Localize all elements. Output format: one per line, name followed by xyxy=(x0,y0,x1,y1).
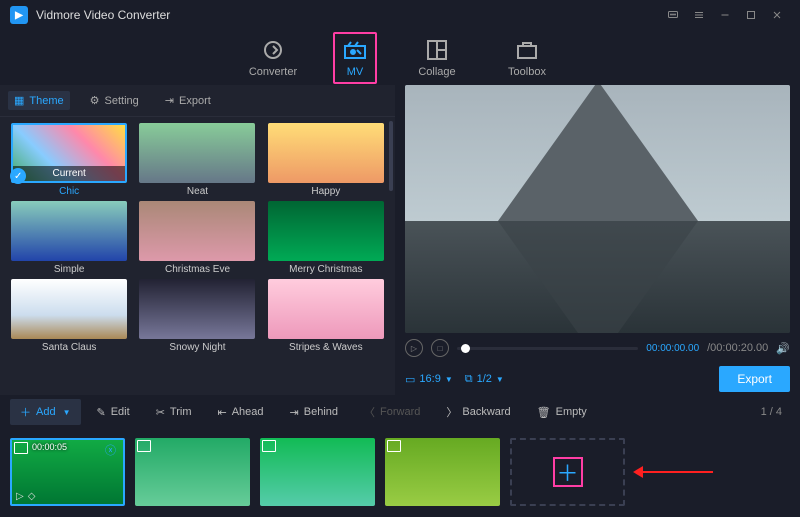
notifications-icon[interactable] xyxy=(660,2,686,28)
empty-button[interactable]: 🗑Empty xyxy=(527,401,597,424)
plus-icon: ＋ xyxy=(553,457,583,487)
volume-icon[interactable]: 🔊 xyxy=(776,342,790,355)
ahead-button[interactable]: ⇤Ahead xyxy=(208,401,274,424)
add-clip-slot[interactable]: ＋ xyxy=(510,438,625,506)
theme-neat[interactable]: Neat xyxy=(136,123,258,197)
info-clip-icon[interactable]: ◇ xyxy=(28,491,36,502)
titlebar: ▶ Vidmore Video Converter xyxy=(0,0,800,30)
remove-clip-icon[interactable]: ⓧ xyxy=(105,442,121,458)
annotation-arrow xyxy=(635,466,713,478)
crop-icon: ▭ xyxy=(405,373,415,386)
skip-end-icon: ⇥ xyxy=(290,406,299,419)
menu-icon[interactable] xyxy=(686,2,712,28)
maximize-button[interactable] xyxy=(738,2,764,28)
time-current: 00:00:00.00 xyxy=(646,343,699,354)
tab-toolbox[interactable]: Toolbox xyxy=(497,38,557,78)
video-icon xyxy=(262,440,276,452)
tab-collage[interactable]: Collage xyxy=(407,38,467,78)
time-total: /00:00:20.00 xyxy=(707,342,768,354)
trim-button[interactable]: ✂Trim xyxy=(146,401,202,424)
mv-icon xyxy=(343,38,367,62)
backward-button[interactable]: 〉Backward xyxy=(436,399,520,425)
skip-start-icon: ⇤ xyxy=(218,406,227,419)
page-select[interactable]: ⧉1/2▼ xyxy=(465,373,504,386)
tab-label: Toolbox xyxy=(508,66,546,78)
tab-label: Converter xyxy=(249,66,297,78)
collage-icon xyxy=(425,38,449,62)
left-panel: ▦Theme ⚙Setting ⇥Export Current✓ Chic Ne… xyxy=(0,85,395,395)
aspect-ratio-select[interactable]: ▭16:9▼ xyxy=(405,373,453,386)
preview-controls: ▷ □ 00:00:00.00/00:00:20.00 🔊 xyxy=(405,333,790,363)
ratio-bar: ▭16:9▼ ⧉1/2▼ Export xyxy=(405,363,790,395)
chevron-right-icon: 〉 xyxy=(446,404,457,420)
theme-happy[interactable]: Happy xyxy=(265,123,387,197)
subtab-theme[interactable]: ▦Theme xyxy=(8,91,70,110)
video-icon xyxy=(137,440,151,452)
clip-3[interactable] xyxy=(260,438,375,506)
video-icon xyxy=(14,442,28,454)
plus-icon: ＋ xyxy=(20,404,31,420)
tab-label: Collage xyxy=(418,66,455,78)
play-clip-icon[interactable]: ▷ xyxy=(16,491,24,502)
forward-button[interactable]: 〈Forward xyxy=(354,399,430,425)
trash-icon: 🗑 xyxy=(537,406,551,419)
play-button[interactable]: ▷ xyxy=(405,339,423,357)
edit-button[interactable]: ✎Edit xyxy=(87,401,140,424)
clip-counter: 1 / 4 xyxy=(761,406,790,418)
close-button[interactable] xyxy=(764,2,790,28)
tab-mv[interactable]: MV xyxy=(333,32,377,84)
theme-simple[interactable]: Simple xyxy=(8,201,130,275)
theme-snowy-night[interactable]: Snowy Night xyxy=(136,279,258,353)
theme-santa-claus[interactable]: Santa Claus xyxy=(8,279,130,353)
add-button[interactable]: ＋Add▼ xyxy=(10,399,81,425)
progress-bar[interactable] xyxy=(457,347,638,350)
right-panel: ▷ □ 00:00:00.00/00:00:20.00 🔊 ▭16:9▼ ⧉1/… xyxy=(395,85,800,395)
clip-toolbar: ＋Add▼ ✎Edit ✂Trim ⇤Ahead ⇥Behind 〈Forwar… xyxy=(0,395,800,429)
theme-merry-christmas[interactable]: Merry Christmas xyxy=(265,201,387,275)
video-icon xyxy=(387,440,401,452)
clip-duration: 00:00:05 xyxy=(32,442,67,452)
export-button[interactable]: Export xyxy=(719,366,790,392)
clip-4[interactable] xyxy=(385,438,500,506)
tab-label: MV xyxy=(347,66,364,78)
clip-2[interactable] xyxy=(135,438,250,506)
tab-converter[interactable]: Converter xyxy=(243,38,303,78)
subtab-export[interactable]: ⇥Export xyxy=(159,91,217,110)
app-title: Vidmore Video Converter xyxy=(36,8,170,22)
grid-icon: ▦ xyxy=(14,94,24,107)
preview-area[interactable] xyxy=(405,85,790,333)
chevron-left-icon: 〈 xyxy=(364,404,375,420)
current-badge: Current xyxy=(13,166,125,181)
behind-button[interactable]: ⇥Behind xyxy=(280,401,348,424)
scrollbar[interactable] xyxy=(389,121,393,191)
clip-1[interactable]: 00:00:05 ⓧ ▷ ◇ xyxy=(10,438,125,506)
theme-stripes-waves[interactable]: Stripes & Waves xyxy=(265,279,387,353)
app-logo-icon: ▶ xyxy=(10,6,28,24)
sub-tabs: ▦Theme ⚙Setting ⇥Export xyxy=(0,85,395,117)
theme-christmas-eve[interactable]: Christmas Eve xyxy=(136,201,258,275)
theme-grid: Current✓ Chic Neat Happy Simple Christma… xyxy=(0,117,395,395)
theme-chic[interactable]: Current✓ Chic xyxy=(8,123,130,197)
minimize-button[interactable] xyxy=(712,2,738,28)
converter-icon xyxy=(261,38,285,62)
export-icon: ⇥ xyxy=(165,94,174,107)
main-tabs: Converter MV Collage Toolbox xyxy=(0,30,800,85)
timeline: 00:00:05 ⓧ ▷ ◇ ＋ xyxy=(0,429,800,514)
scissors-icon: ✂ xyxy=(156,406,165,419)
chevron-down-icon: ▼ xyxy=(63,408,71,417)
subtab-setting[interactable]: ⚙Setting xyxy=(84,91,145,110)
content-area: ▦Theme ⚙Setting ⇥Export Current✓ Chic Ne… xyxy=(0,85,800,395)
wand-icon: ✎ xyxy=(97,406,106,419)
layers-icon: ⧉ xyxy=(465,373,473,386)
toolbox-icon xyxy=(515,38,539,62)
stop-button[interactable]: □ xyxy=(431,339,449,357)
check-icon: ✓ xyxy=(10,168,26,184)
gear-icon: ⚙ xyxy=(90,94,100,107)
